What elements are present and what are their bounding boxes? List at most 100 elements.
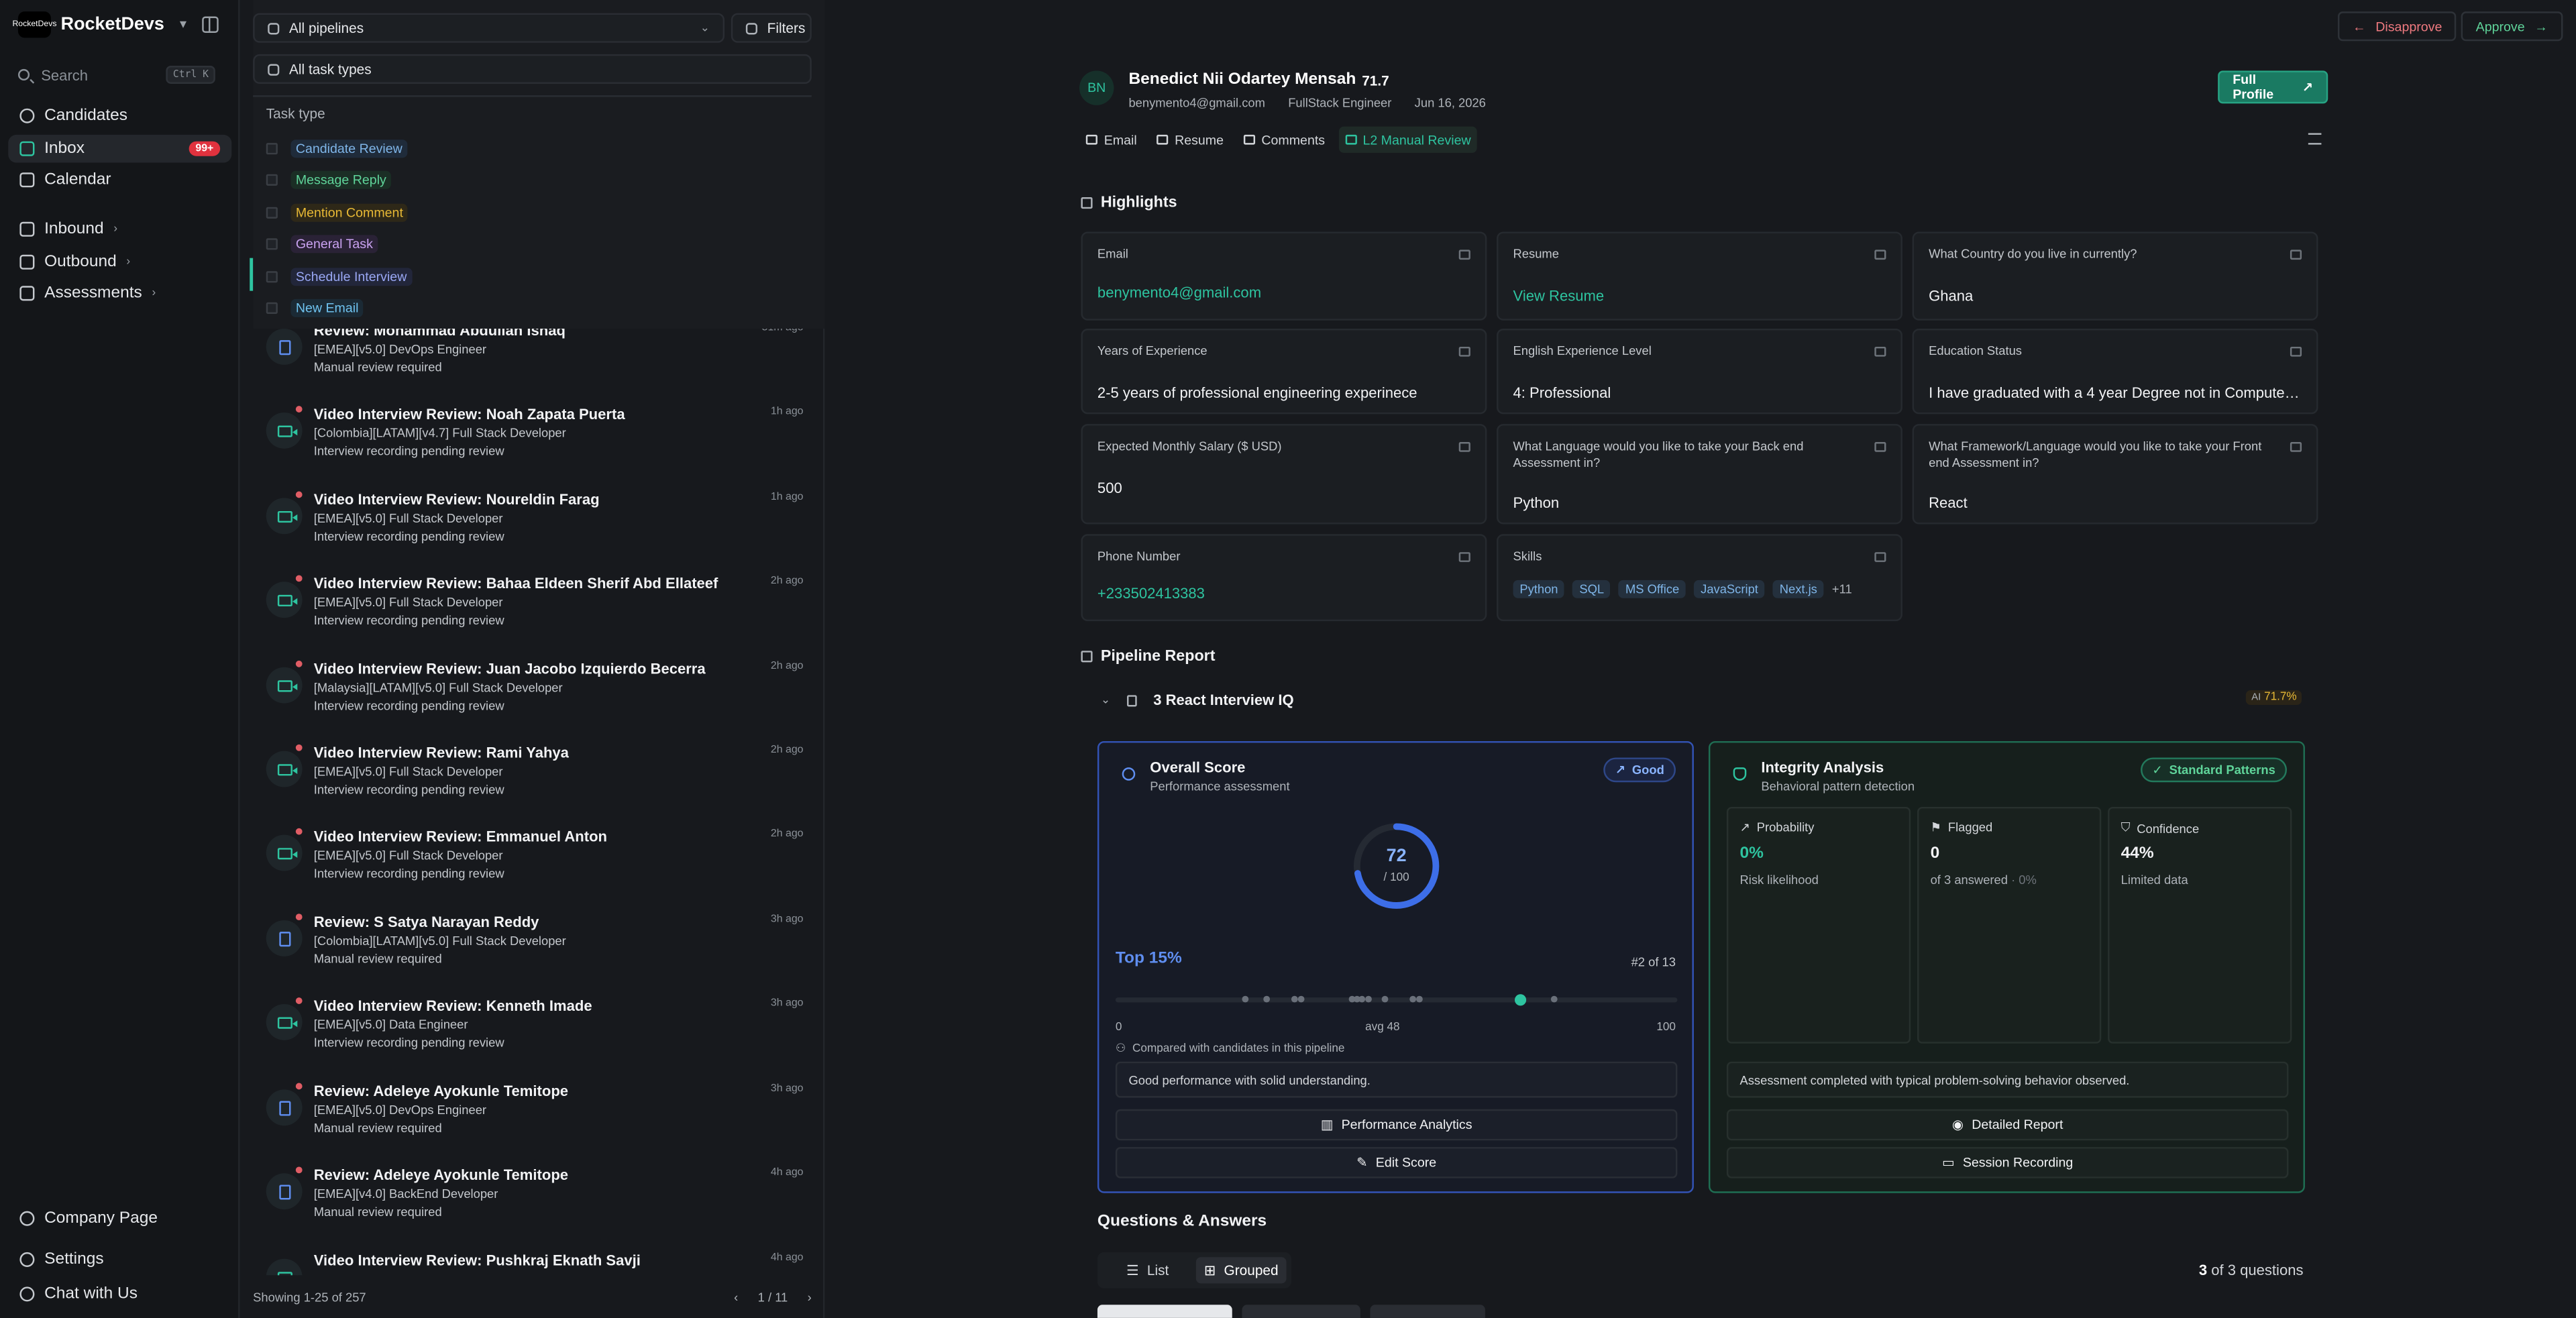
option-checkbox[interactable] — [266, 237, 278, 250]
sliders-icon[interactable] — [2308, 133, 2322, 145]
highlight-value: I have graduated with a 4 year Degree no… — [1929, 384, 2304, 401]
candidate-date: Jun 16, 2026 — [1414, 95, 1486, 111]
task-type-avatar — [266, 498, 303, 535]
peer-score-dot — [1381, 995, 1389, 1003]
grid-icon — [268, 63, 280, 75]
check-circle-icon: ✓ — [2152, 762, 2163, 777]
edit-score-button[interactable]: ✎ Edit Score — [1115, 1147, 1678, 1178]
list-item[interactable]: Video Interview Review: Kenneth Imade [E… — [253, 997, 812, 1081]
grouped-view-button[interactable]: ⊞ Grouped — [1195, 1257, 1287, 1284]
list-item[interactable]: Review: Adeleye Ayokunle Temitope [EMEA]… — [253, 1083, 812, 1167]
list-item[interactable]: Video Interview Review: Rami Yahya [EMEA… — [253, 744, 812, 828]
document-icon — [278, 339, 290, 354]
list-item[interactable]: Video Interview Review: Bahaa Eldeen She… — [253, 575, 812, 659]
inbound-icon — [19, 221, 35, 237]
task-type-avatar — [266, 1089, 303, 1126]
list-item[interactable]: Review: Adeleye Ayokunle Temitope [EMEA]… — [253, 1166, 812, 1251]
tab-resume[interactable]: Resume — [1150, 127, 1230, 153]
prev-page-button[interactable]: ‹ — [734, 1289, 738, 1304]
tab-comments[interactable]: Comments — [1237, 127, 1332, 153]
task-type-option-general-task[interactable]: General Task — [266, 231, 378, 254]
sidebar-item-chat[interactable]: Chat with Us — [8, 1280, 231, 1309]
email-link[interactable]: benymento4@gmail.com — [1097, 284, 1472, 301]
sidebar-item-settings[interactable]: Settings — [8, 1246, 231, 1274]
highlight-label: What Country do you live in currently? — [1929, 246, 2137, 262]
highlight-card-email: Email benymento4@gmail.com — [1081, 231, 1487, 321]
metric-header: ⚑ Flagged — [1931, 820, 1993, 835]
inbox-icon — [19, 141, 35, 156]
detailed-report-button[interactable]: ◉ Detailed Report — [1726, 1109, 2289, 1141]
clipboard-icon — [19, 286, 35, 301]
option-checkbox[interactable] — [266, 206, 278, 218]
list-item[interactable]: Video Interview Review: Noah Zapata Puer… — [253, 406, 812, 490]
approve-button[interactable]: Approve → — [2461, 11, 2563, 42]
tab-l2-manual-review[interactable]: L2 Manual Review — [1338, 126, 1478, 153]
list-item[interactable]: Video Interview Review: Noureldin Farag … — [253, 491, 812, 575]
option-checkbox[interactable] — [266, 173, 278, 185]
question-group-tab[interactable] — [1097, 1305, 1232, 1318]
skill-tag: MS Office — [1619, 580, 1686, 598]
question-group-tab[interactable] — [1242, 1305, 1360, 1318]
sidebar-item-inbox[interactable]: Inbox 99+ — [8, 134, 232, 163]
task-type-menu: Task type Candidate Review Message Reply… — [250, 95, 812, 325]
next-page-button[interactable]: › — [808, 1289, 812, 1304]
task-type-option-new-email[interactable]: New Email — [266, 296, 364, 319]
sidebar-item-candidates[interactable]: Candidates — [8, 102, 231, 130]
list-item[interactable]: Video Interview Review: Emmanuel Anton [… — [253, 828, 812, 912]
skills-more[interactable]: +11 — [1832, 580, 1852, 598]
workspace-switcher[interactable]: RocketDevs RocketDevs ▼ — [12, 11, 189, 38]
highlight-label: Email — [1097, 246, 1128, 262]
candidate-meta: benymento4@gmail.com FullStack Engineer … — [1128, 95, 1485, 110]
tab-email[interactable]: Email — [1079, 127, 1144, 153]
view-resume-link[interactable]: View Resume — [1513, 288, 1888, 305]
option-checkbox[interactable] — [266, 142, 278, 154]
list-item[interactable]: Review: Mohammad Abdullah Ishaq [EMEA][v… — [253, 322, 812, 406]
disapprove-button[interactable]: ← Disapprove — [2337, 11, 2457, 42]
task-type-option-schedule-interview[interactable]: Schedule Interview — [266, 264, 412, 287]
sidebar-item-company-page[interactable]: Company Page — [8, 1205, 231, 1233]
list-item[interactable]: Review: S Satya Narayan Reddy [Colombia]… — [253, 914, 812, 997]
sidebar-item-inbound[interactable]: Inbound › — [8, 215, 231, 243]
session-recording-button[interactable]: ▭ Session Recording — [1726, 1147, 2289, 1178]
search-input[interactable]: Search Ctrl K — [8, 61, 225, 89]
question-group-tab[interactable] — [1370, 1305, 1485, 1318]
pipeline-select[interactable]: All pipelines ⌄ — [253, 13, 725, 43]
score-badge-label: Good — [1631, 762, 1664, 777]
candidate-role: FullStack Engineer — [1288, 95, 1392, 111]
sidebar-item-assessments[interactable]: Assessments › — [8, 280, 231, 308]
task-type-option-candidate-review[interactable]: Candidate Review — [266, 136, 408, 159]
sidebar-toggle-icon[interactable] — [202, 16, 219, 33]
task-type-avatar — [266, 1173, 303, 1210]
sidebar-item-calendar[interactable]: Calendar — [8, 166, 231, 194]
mail-icon — [1458, 250, 1470, 260]
grid-icon: ⊞ — [1203, 1261, 1216, 1278]
list-item[interactable]: Video Interview Review: Juan Jacobo Izqu… — [253, 660, 812, 745]
section-title-text: Pipeline Report — [1100, 647, 1216, 666]
option-checkbox[interactable] — [266, 301, 278, 313]
peer-score-dot — [1297, 995, 1305, 1003]
metric-label: Flagged — [1947, 820, 1993, 835]
performance-analytics-button[interactable]: ▥ Performance Analytics — [1115, 1109, 1678, 1141]
approve-label: Approve — [2475, 19, 2525, 34]
trend-up-icon: ↗ — [1615, 762, 1626, 777]
sidebar-item-outbound[interactable]: Outbound › — [8, 248, 231, 276]
full-profile-button[interactable]: Full Profile ↗ — [2218, 70, 2328, 104]
task-type-option-mention-comment[interactable]: Mention Comment — [266, 201, 409, 223]
phone-link[interactable]: +233502413383 — [1097, 585, 1472, 602]
video-icon: ▭ — [1942, 1155, 1955, 1170]
unread-dot — [295, 406, 303, 413]
filters-button[interactable]: Filters — [731, 13, 812, 43]
pipeline-item-title: 3 React Interview IQ — [1153, 692, 1294, 708]
ai-score-badge: AI 71.7% — [2246, 690, 2302, 706]
list-view-button[interactable]: ☰ List — [1102, 1257, 1193, 1283]
task-type-avatar — [266, 834, 303, 871]
sidebar-item-label: Inbound — [44, 220, 104, 239]
list-icon — [1874, 346, 1886, 357]
task-type-option-message-reply[interactable]: Message Reply — [266, 168, 392, 190]
task-type-select[interactable]: All task types — [253, 54, 812, 84]
option-checkbox[interactable] — [266, 270, 278, 282]
mail-icon — [1085, 134, 1097, 145]
pipeline-item-row[interactable]: ⌄ 3 React Interview IQ AI 71.7% — [1097, 689, 2305, 715]
list-item[interactable]: Video Interview Review: Pushkraj Eknath … — [253, 1252, 812, 1276]
brand-logo: RocketDevs — [12, 11, 56, 38]
